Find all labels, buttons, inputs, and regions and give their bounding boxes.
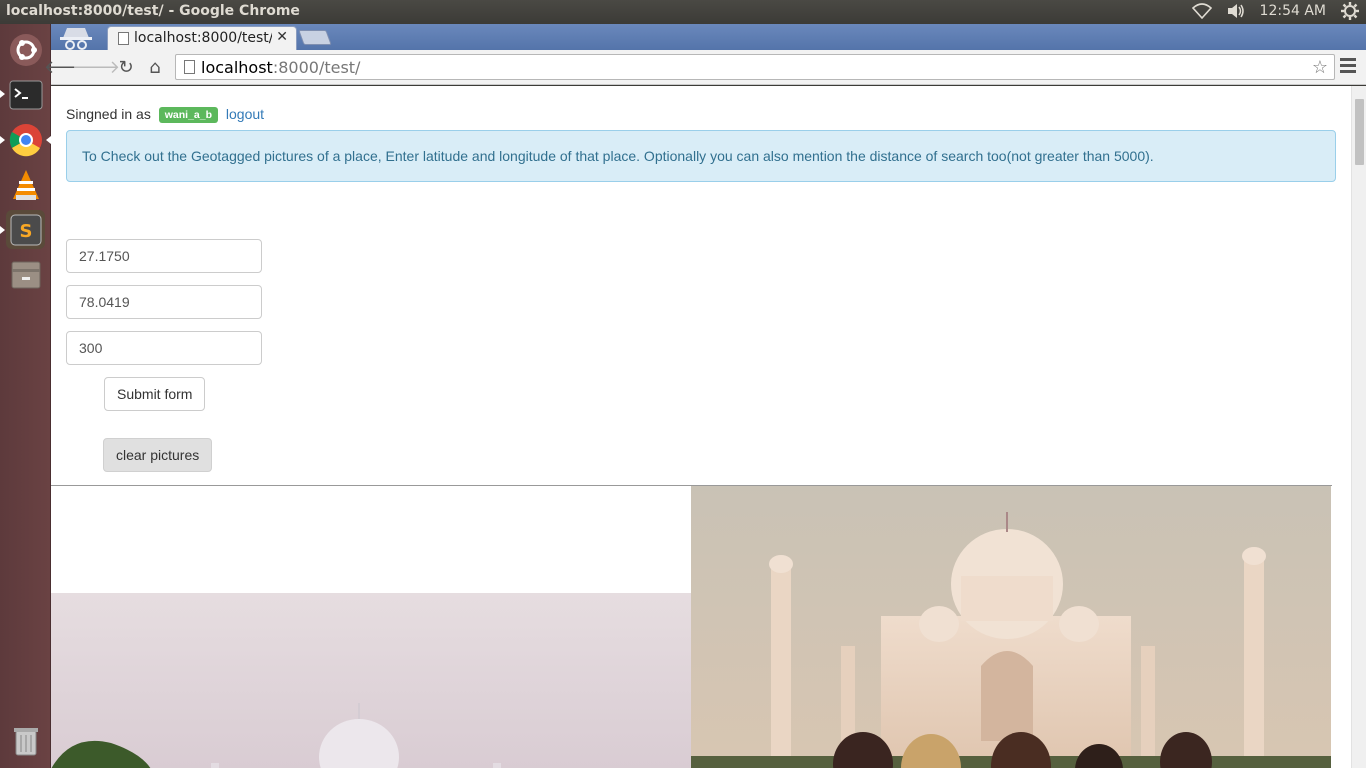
- terminal-icon[interactable]: [6, 75, 45, 114]
- url-path: :8000/test/: [272, 58, 361, 77]
- page-icon: [184, 60, 195, 74]
- ubuntu-dash-icon[interactable]: [6, 30, 45, 69]
- signin-prefix: Singned in as: [66, 106, 151, 122]
- photo-gallery: [51, 485, 1332, 768]
- window-title: localhost:8000/test/ - Google Chrome: [6, 3, 300, 19]
- launcher: S: [0, 24, 51, 768]
- running-indicator: [0, 226, 5, 234]
- home-icon[interactable]: ⌂: [143, 55, 167, 79]
- top-panel: localhost:8000/test/ - Google Chrome 12:…: [0, 0, 1366, 24]
- bookmark-star-icon[interactable]: ☆: [1312, 57, 1328, 78]
- reload-icon[interactable]: ↻: [114, 55, 138, 79]
- url-host: localhost: [201, 58, 273, 77]
- tab-localhost[interactable]: localhost:8000/test/ ✕: [107, 26, 297, 50]
- chrome-menu-icon[interactable]: [1340, 58, 1356, 76]
- logout-link[interactable]: logout: [226, 106, 264, 122]
- page-viewport: Singned in as wani_a_b logout To Check o…: [51, 86, 1366, 768]
- submit-form-button[interactable]: Submit form: [104, 377, 206, 411]
- volume-icon[interactable]: [1226, 2, 1246, 20]
- running-indicator: [0, 90, 5, 98]
- incognito-icon: [57, 24, 95, 50]
- geotagged-photo[interactable]: [51, 593, 691, 768]
- new-tab-button[interactable]: [298, 30, 332, 45]
- forward-icon[interactable]: 🡒: [72, 55, 120, 79]
- page-icon: [118, 32, 129, 45]
- info-alert: To Check out the Geotagged pictures of a…: [66, 130, 1336, 182]
- signin-line: Singned in as wani_a_b logout: [66, 106, 264, 123]
- distance-input[interactable]: [66, 331, 262, 365]
- address-bar[interactable]: localhost:8000/test/ ☆: [175, 54, 1335, 80]
- clear-pictures-button[interactable]: clear pictures: [103, 438, 213, 472]
- latitude-input[interactable]: [66, 239, 262, 273]
- longitude-input[interactable]: [66, 285, 262, 319]
- wifi-icon[interactable]: [1191, 2, 1212, 20]
- system-tray: 12:54 AM: [1191, 2, 1360, 20]
- sublime-text-icon[interactable]: S: [6, 210, 45, 249]
- trash-icon[interactable]: [6, 721, 45, 760]
- vlc-icon[interactable]: [6, 165, 45, 204]
- running-indicator: [0, 136, 5, 144]
- chrome-window: localhost:8000/test/ ✕ 🡐 🡒 ↻ ⌂ localhost…: [44, 24, 1366, 768]
- page-scrollbar[interactable]: [1351, 86, 1366, 768]
- tab-title: localhost:8000/test/: [134, 30, 272, 46]
- svg-text:S: S: [19, 221, 32, 242]
- browser-toolbar: 🡐 🡒 ↻ ⌂ localhost:8000/test/ ☆: [44, 50, 1366, 85]
- settings-gear-icon[interactable]: [1340, 2, 1360, 20]
- close-tab-icon[interactable]: ✕: [276, 29, 288, 45]
- clock[interactable]: 12:54 AM: [1260, 3, 1326, 19]
- scrollbar-thumb[interactable]: [1355, 99, 1364, 165]
- geotagged-photo[interactable]: [691, 486, 1331, 768]
- file-manager-icon[interactable]: [6, 255, 45, 294]
- chrome-icon[interactable]: [6, 120, 45, 159]
- tab-strip: localhost:8000/test/ ✕: [51, 24, 1366, 50]
- url-text[interactable]: localhost:8000/test/: [201, 58, 360, 77]
- username-badge: wani_a_b: [158, 107, 219, 123]
